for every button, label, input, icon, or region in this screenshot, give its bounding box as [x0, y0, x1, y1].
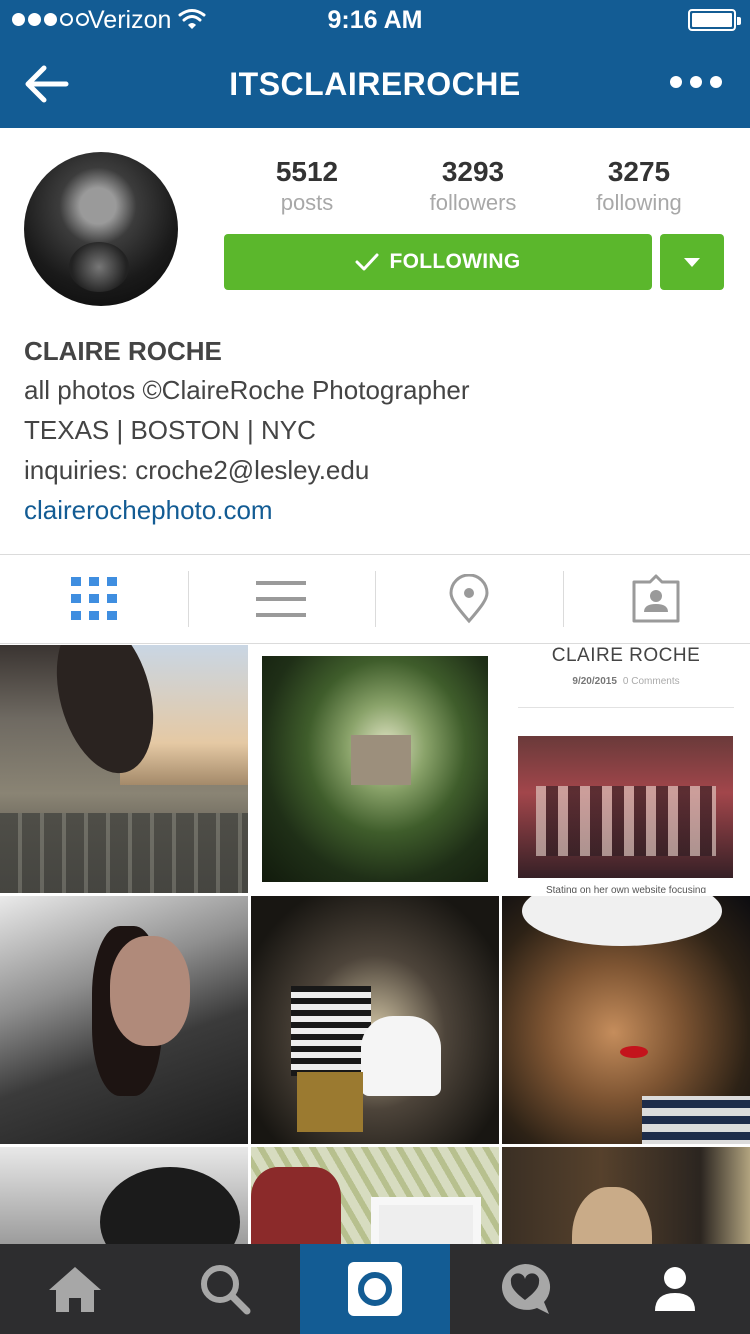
- profile-view-tabs: [0, 554, 750, 644]
- status-bar: Verizon 9:16 AM: [0, 0, 750, 40]
- stat-value: 5512: [275, 156, 339, 187]
- bottom-tab-home[interactable]: [0, 1244, 150, 1334]
- bio-line: all photos ©ClaireRoche Photographer: [24, 375, 470, 405]
- tab-tagged-photos[interactable]: [562, 555, 750, 643]
- nav-bar: ITSCLAIREROCHE: [0, 40, 750, 128]
- tagged-person-icon: [632, 574, 680, 623]
- tile-blog-comments: 0 Comments: [622, 676, 680, 687]
- bio-line: inquiries: croche2@lesley.edu: [24, 455, 370, 485]
- bottom-tab-bar: [0, 1244, 750, 1334]
- stat-label: followers: [429, 190, 517, 215]
- tab-list-view[interactable]: [187, 555, 376, 643]
- chevron-down-icon: [684, 257, 700, 267]
- stat-followers[interactable]: 3293 followers: [390, 156, 556, 216]
- stat-label: posts: [280, 190, 334, 215]
- photo-tile[interactable]: [502, 1147, 750, 1245]
- photo-tile[interactable]: [251, 1147, 499, 1245]
- battery-icon: [688, 9, 741, 31]
- photo-tile[interactable]: [0, 896, 248, 1144]
- top-bar: Verizon 9:16 AM ITSCLAIREROCHE: [0, 0, 750, 128]
- tile-blog-meta: 9/20/2015 0 Comments: [502, 676, 750, 687]
- photo-tile[interactable]: [0, 1147, 248, 1245]
- photo-tile[interactable]: [0, 645, 248, 893]
- stat-value: 3275: [607, 156, 671, 187]
- stat-posts[interactable]: 5512 posts: [224, 156, 390, 216]
- list-icon: [256, 581, 307, 617]
- bottom-tab-search[interactable]: [150, 1244, 300, 1334]
- stat-value: 3293: [441, 156, 505, 187]
- photo-tile[interactable]: [502, 896, 750, 1144]
- search-icon: [201, 1265, 251, 1315]
- tab-grid-view[interactable]: [0, 555, 188, 643]
- bottom-tab-camera[interactable]: [300, 1244, 450, 1334]
- bio-line: TEXAS | BOSTON | NYC: [24, 415, 316, 445]
- status-time: 9:16 AM: [327, 6, 423, 34]
- website-link[interactable]: clairerochephoto.com: [24, 490, 724, 530]
- photo-grid: CLAIRE ROCHE 9/20/2015 0 Comments Stating…: [0, 645, 750, 1245]
- profile-bio: CLAIRE ROCHE all photos ©ClaireRoche Pho…: [24, 332, 724, 530]
- photo-tile[interactable]: [251, 645, 499, 893]
- suggestions-dropdown-button[interactable]: [660, 234, 724, 290]
- page-title: ITSCLAIREROCHE: [229, 66, 521, 102]
- following-button-label: FOLLOWING: [389, 250, 521, 273]
- camera-icon: [348, 1262, 402, 1316]
- photo-tile[interactable]: [251, 896, 499, 1144]
- checkmark-icon: [355, 253, 379, 271]
- heart-bubble-icon: [501, 1264, 551, 1314]
- following-button[interactable]: FOLLOWING: [224, 234, 652, 290]
- bottom-tab-activity[interactable]: [450, 1244, 600, 1334]
- bottom-tab-profile[interactable]: [600, 1244, 750, 1334]
- stat-following[interactable]: 3275 following: [556, 156, 722, 216]
- more-dots-icon[interactable]: [670, 76, 722, 88]
- tile-blog-date: 9/20/2015: [572, 676, 617, 687]
- tab-places[interactable]: [375, 555, 563, 643]
- grid-icon: [70, 577, 117, 620]
- avatar[interactable]: [24, 152, 178, 306]
- profile-name: CLAIRE ROCHE: [24, 336, 222, 366]
- profile-stats: 5512 posts 3293 followers 3275 following: [224, 156, 724, 216]
- tile-blog-snippet: Stating on her own website focusing: [545, 885, 707, 893]
- home-icon: [49, 1267, 101, 1312]
- tile-blog-header: CLAIRE ROCHE: [551, 645, 701, 666]
- profile-icon: [655, 1267, 695, 1311]
- stat-label: following: [596, 190, 682, 215]
- photo-tile[interactable]: CLAIRE ROCHE 9/20/2015 0 Comments Stating…: [502, 645, 750, 893]
- location-pin-icon: [449, 574, 489, 624]
